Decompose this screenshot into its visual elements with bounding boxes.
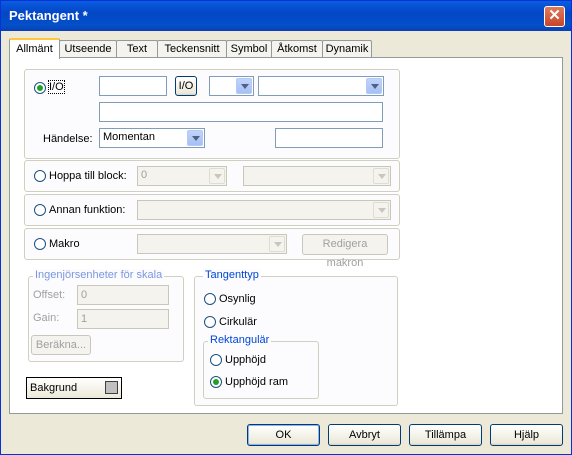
event-extra-input[interactable] — [275, 128, 383, 148]
raised-frame-radio[interactable] — [210, 376, 222, 388]
macro-radio[interactable] — [34, 238, 46, 250]
chevron-down-icon[interactable] — [209, 168, 225, 184]
io-combo-2[interactable] — [258, 76, 384, 96]
io-combo-1[interactable] — [209, 76, 254, 96]
close-button[interactable]: ✕ — [544, 6, 565, 27]
tab-text[interactable]: Text — [116, 40, 158, 58]
tab-allmant[interactable]: Allmänt — [9, 38, 60, 59]
io-tag-input[interactable] — [99, 76, 167, 96]
circular-radio[interactable] — [204, 316, 216, 328]
background-button[interactable]: Bakgrund — [26, 377, 122, 399]
help-button[interactable]: Hjälp — [490, 424, 563, 446]
goto-block-combo-1[interactable]: 0 — [137, 166, 227, 186]
macro-group: Makro Redigera makron — [24, 228, 400, 269]
chevron-down-icon[interactable] — [269, 236, 285, 252]
other-function-radio[interactable] — [34, 204, 46, 216]
scaling-title: Ingenjörsenheter för skala — [33, 269, 165, 281]
event-label: Händelse: — [43, 133, 93, 145]
goto-block-label: Hoppa till block: — [49, 170, 127, 182]
goto-block-group: Hoppa till block: 0 — [24, 160, 400, 192]
tab-atkomst[interactable]: Åtkomst — [271, 40, 323, 58]
io-radio[interactable] — [34, 82, 46, 94]
gain-input[interactable]: 1 — [77, 309, 169, 329]
invisible-radio[interactable] — [204, 293, 216, 305]
macro-label: Makro — [49, 238, 80, 250]
edit-macros-button[interactable]: Redigera makron — [302, 234, 388, 269]
background-color-swatch — [105, 381, 118, 394]
window-title: Pektangent * — [9, 8, 88, 23]
raised-frame-label: Upphöjd ram — [225, 376, 288, 388]
tab-utseende[interactable]: Utseende — [59, 40, 117, 58]
key-type-title: Tangenttyp — [203, 269, 261, 281]
rect-frame: Rektangulär Upphöjd Upphöjd ram — [203, 334, 319, 399]
chevron-down-icon[interactable] — [187, 130, 203, 146]
scaling-frame: Ingenjörsenheter för skala Offset: 0 Gai… — [28, 269, 184, 362]
offset-input[interactable]: 0 — [77, 285, 169, 305]
gain-label: Gain: — [33, 312, 60, 324]
tab-dynamik[interactable]: Dynamik — [322, 40, 372, 58]
key-type-frame: Tangenttyp Osynlig Cirkulär Rektangulär … — [194, 269, 398, 406]
io-browse-button[interactable]: I/O — [175, 76, 197, 96]
invisible-label: Osynlig — [219, 293, 256, 305]
chevron-down-icon[interactable] — [373, 168, 389, 184]
macro-combo[interactable] — [137, 234, 287, 254]
raised-radio[interactable] — [210, 354, 222, 366]
tab-symbol[interactable]: Symbol — [226, 40, 272, 58]
circular-label: Cirkulär — [219, 316, 257, 328]
background-label: Bakgrund — [30, 382, 78, 394]
chevron-down-icon[interactable] — [366, 78, 382, 94]
goto-block-radio[interactable] — [34, 170, 46, 182]
goto-block-combo-2[interactable] — [243, 166, 391, 186]
title-bar[interactable]: Pektangent * ✕ — [1, 1, 571, 31]
apply-button[interactable]: Tillämpa — [409, 424, 482, 446]
other-function-group: Annan funktion: — [24, 194, 400, 226]
chevron-down-icon[interactable] — [236, 78, 252, 94]
raised-label: Upphöjd — [225, 354, 266, 366]
other-function-combo[interactable] — [137, 200, 391, 220]
dialog-window: Pektangent * ✕ Allmänt Utseende Text Tec… — [0, 0, 572, 455]
cancel-button[interactable]: Avbryt — [328, 424, 401, 446]
ok-button[interactable]: OK — [247, 424, 320, 446]
chevron-down-icon[interactable] — [373, 202, 389, 218]
calculate-button[interactable]: Beräkna... — [31, 335, 91, 355]
offset-label: Offset: — [33, 289, 66, 301]
event-combo[interactable]: Momentan — [99, 128, 205, 148]
tab-teckensnitt[interactable]: Teckensnitt — [157, 40, 227, 58]
io-group: I/O I/O Händelse: Momentan — [24, 69, 400, 159]
io-radio-label: I/O — [48, 80, 65, 94]
rect-title: Rektangulär — [208, 334, 272, 346]
other-function-label: Annan funktion: — [49, 204, 126, 216]
io-expression-input[interactable] — [99, 102, 383, 122]
tab-panel: I/O I/O Händelse: Momentan Hoppa till bl… — [9, 57, 563, 414]
